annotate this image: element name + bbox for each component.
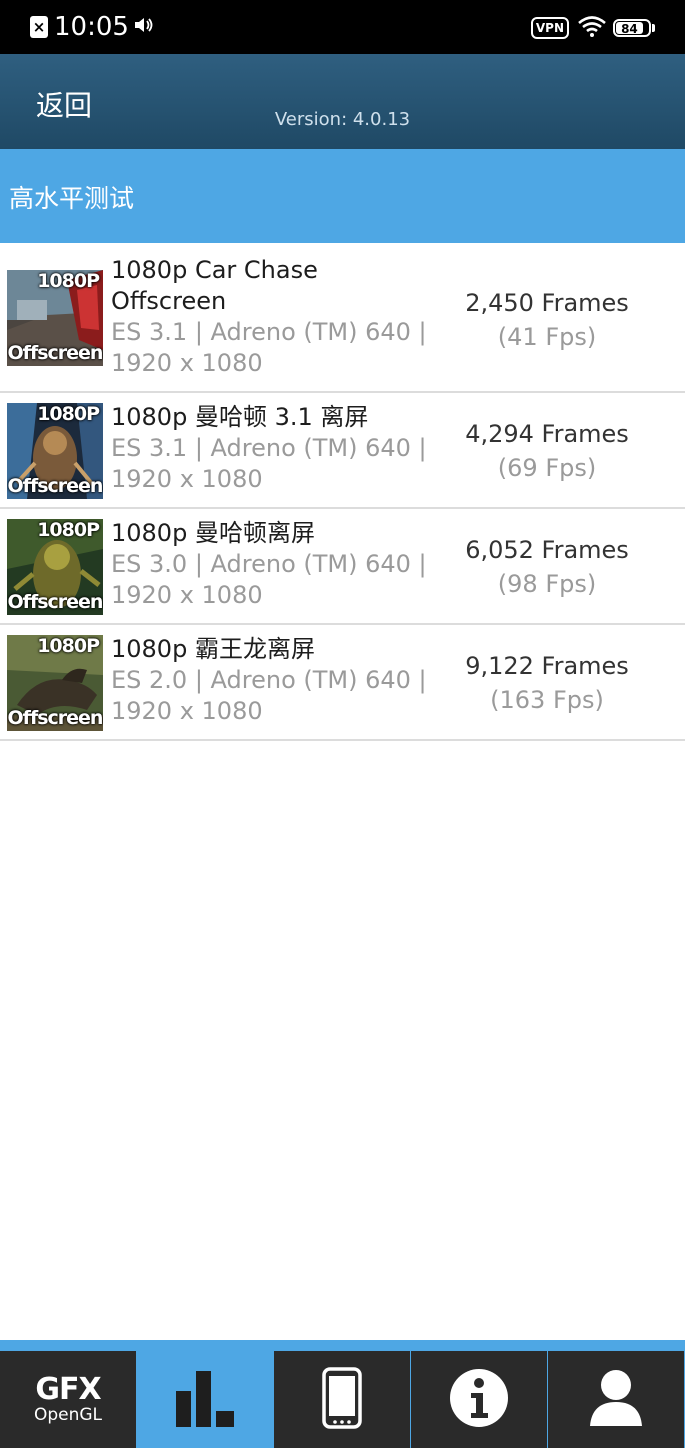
- test-row-car-chase[interactable]: 1080P Offscreen 1080p Car Chase Offscree…: [0, 243, 685, 393]
- tab-results[interactable]: [137, 1351, 273, 1448]
- tab-info[interactable]: [411, 1351, 547, 1448]
- status-bar: × 10:05 VPN 84: [0, 0, 685, 54]
- gfx-logo: GFX OpenGL: [33, 1371, 103, 1425]
- section-header: 高水平测试: [0, 149, 685, 243]
- test-score: 4,294 Frames (69 Fps): [437, 417, 657, 485]
- tab-gfx-opengl[interactable]: GFX OpenGL: [0, 1351, 136, 1448]
- test-title-line2: Offscreen: [111, 287, 227, 315]
- frames-value: 9,122 Frames: [465, 652, 629, 680]
- car-chase-thumbnail: 1080P Offscreen: [7, 270, 103, 366]
- version-label: Version: 4.0.13: [274, 109, 411, 130]
- frames-value: 6,052 Frames: [465, 536, 629, 564]
- test-info: 1080p 曼哈顿离屏 ES 3.0 | Adreno (TM) 640 | 1…: [111, 518, 451, 611]
- info-icon: [448, 1367, 510, 1433]
- wifi-icon: [577, 15, 607, 41]
- phone-icon: [322, 1366, 362, 1433]
- test-info: 1080p 曼哈顿 3.1 离屏 ES 3.1 | Adreno (TM) 64…: [111, 402, 451, 495]
- test-resolution: 1920 x 1080: [111, 465, 263, 493]
- fps-value: (69 Fps): [497, 454, 597, 482]
- test-spec: ES 3.1 | Adreno (TM) 640 |: [111, 318, 427, 346]
- battery-level: 84: [616, 22, 643, 34]
- tab-account[interactable]: [548, 1351, 684, 1448]
- test-row-manhattan-31[interactable]: 1080P Offscreen 1080p 曼哈顿 3.1 离屏 ES 3.1 …: [0, 393, 685, 509]
- bottom-navigation: GFX OpenGL: [0, 1340, 685, 1448]
- gfx-label: GFX: [35, 1371, 101, 1407]
- test-title: 1080p 霸王龙离屏: [111, 635, 315, 663]
- test-score: 9,122 Frames (163 Fps): [437, 649, 657, 717]
- app-header: 返回 Version: 4.0.13: [0, 54, 685, 149]
- test-info: 1080p Car Chase Offscreen ES 3.1 | Adren…: [111, 255, 451, 379]
- test-title: 1080p Car Chase: [111, 256, 318, 284]
- notification-x-icon: ×: [30, 16, 48, 38]
- t-rex-thumbnail: 1080P Offscreen: [7, 635, 103, 731]
- fps-value: (163 Fps): [490, 686, 604, 714]
- test-title: 1080p 曼哈顿 3.1 离屏: [111, 403, 369, 431]
- tab-device[interactable]: [274, 1351, 410, 1448]
- battery-icon: 84: [613, 19, 655, 37]
- test-row-t-rex[interactable]: 1080P Offscreen 1080p 霸王龙离屏 ES 2.0 | Adr…: [0, 625, 685, 741]
- frames-value: 4,294 Frames: [465, 420, 629, 448]
- user-icon: [588, 1368, 644, 1432]
- test-results-list: 1080P Offscreen 1080p Car Chase Offscree…: [0, 243, 685, 741]
- fps-value: (98 Fps): [497, 570, 597, 598]
- test-title: 1080p 曼哈顿离屏: [111, 519, 315, 547]
- test-resolution: 1920 x 1080: [111, 581, 263, 609]
- manhattan-31-thumbnail: 1080P Offscreen: [7, 403, 103, 499]
- status-right: VPN 84: [530, 15, 655, 41]
- test-info: 1080p 霸王龙离屏 ES 2.0 | Adreno (TM) 640 | 1…: [111, 634, 451, 727]
- status-left: × 10:05: [30, 12, 155, 42]
- gfx-sublabel: OpenGL: [33, 1404, 103, 1425]
- speaker-icon: [133, 14, 155, 40]
- test-spec: ES 3.1 | Adreno (TM) 640 |: [111, 434, 427, 462]
- test-resolution: 1920 x 1080: [111, 349, 263, 377]
- bar-chart-icon: [174, 1367, 236, 1433]
- fps-value: (41 Fps): [497, 323, 597, 351]
- test-score: 2,450 Frames (41 Fps): [437, 286, 657, 354]
- test-spec: ES 3.0 | Adreno (TM) 640 |: [111, 550, 427, 578]
- test-resolution: 1920 x 1080: [111, 697, 263, 725]
- vpn-badge: VPN: [530, 17, 569, 39]
- test-row-manhattan[interactable]: 1080P Offscreen 1080p 曼哈顿离屏 ES 3.0 | Adr…: [0, 509, 685, 625]
- status-time: 10:05: [54, 12, 129, 42]
- test-score: 6,052 Frames (98 Fps): [437, 533, 657, 601]
- test-spec: ES 2.0 | Adreno (TM) 640 |: [111, 666, 427, 694]
- manhattan-thumbnail: 1080P Offscreen: [7, 519, 103, 615]
- frames-value: 2,450 Frames: [465, 289, 629, 317]
- section-title: 高水平测试: [9, 184, 135, 213]
